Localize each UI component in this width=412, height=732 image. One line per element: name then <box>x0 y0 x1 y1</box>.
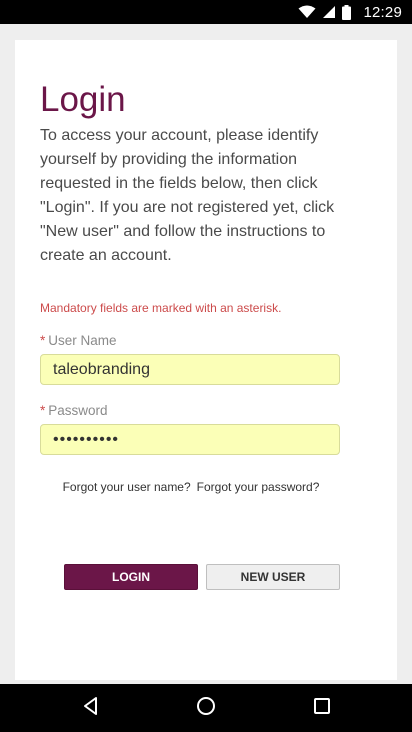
cell-signal-icon <box>322 5 336 19</box>
mandatory-note: Mandatory fields are marked with an aste… <box>40 301 282 315</box>
home-button[interactable] <box>182 684 230 732</box>
status-icons: 12:29 <box>298 0 402 24</box>
navigation-bar <box>0 684 412 732</box>
battery-icon <box>342 4 352 20</box>
username-input[interactable] <box>40 354 340 385</box>
home-icon <box>196 696 216 721</box>
status-bar: 12:29 <box>0 0 412 24</box>
forgot-password-link[interactable]: Forgot your password? <box>197 480 320 494</box>
new-user-button[interactable]: NEW USER <box>206 564 340 590</box>
wifi-icon <box>298 5 316 19</box>
required-asterisk: * <box>40 403 46 418</box>
recents-button[interactable] <box>298 684 346 732</box>
back-button[interactable] <box>67 684 115 732</box>
forgot-username-link[interactable]: Forgot your user name? <box>63 480 191 494</box>
password-label-text: Password <box>48 403 108 418</box>
login-button[interactable]: LOGIN <box>64 564 198 590</box>
forgot-links: Forgot your user name? Forgot your passwo… <box>40 479 342 495</box>
back-icon <box>81 696 101 721</box>
status-time: 12:29 <box>363 3 402 21</box>
required-asterisk: * <box>40 333 46 348</box>
username-label: * User Name <box>40 332 117 350</box>
intro-text: To access your account, please identify … <box>40 127 335 264</box>
password-label: * Password <box>40 402 108 420</box>
recents-icon <box>313 697 331 720</box>
username-label-text: User Name <box>48 333 117 348</box>
page-title: Login <box>40 80 126 119</box>
password-input[interactable] <box>40 424 340 455</box>
